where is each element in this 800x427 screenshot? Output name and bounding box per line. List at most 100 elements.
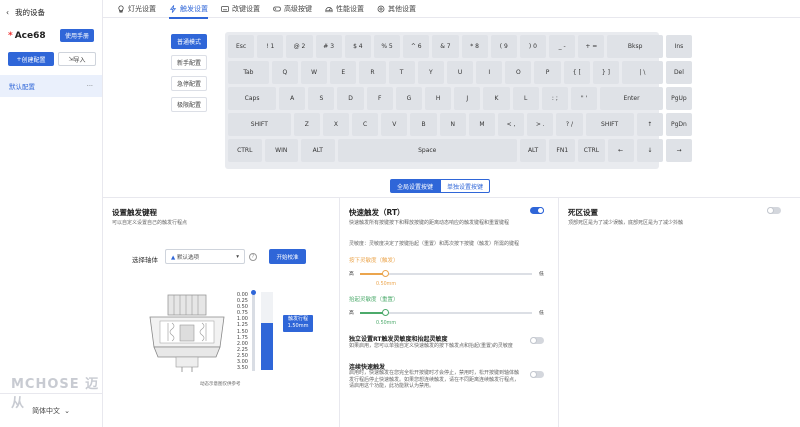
key[interactable]: PgUp xyxy=(665,87,693,110)
key[interactable]: @ 2 xyxy=(286,35,313,58)
key[interactable]: C xyxy=(352,113,379,136)
global-keys-button[interactable]: 全局设置按键 xyxy=(390,179,441,193)
key[interactable]: ! 1 xyxy=(257,35,284,58)
more-icon[interactable]: ··· xyxy=(87,82,93,90)
continuous-toggle[interactable] xyxy=(530,371,544,378)
key[interactable]: SHIFT xyxy=(585,113,634,136)
key[interactable]: W xyxy=(300,61,328,84)
key[interactable]: | \ xyxy=(622,61,663,84)
key[interactable]: WIN xyxy=(264,139,298,162)
device-name-wrap: * Ace68 xyxy=(8,31,46,41)
key[interactable]: U xyxy=(446,61,474,84)
key[interactable]: Q xyxy=(271,61,298,84)
key[interactable]: * 8 xyxy=(461,35,488,58)
manual-button[interactable]: 使用手册 xyxy=(59,29,94,42)
key[interactable]: FN1 xyxy=(549,139,576,162)
chevron-left-icon[interactable]: ‹ xyxy=(6,8,9,17)
press-slider-knob[interactable] xyxy=(382,270,390,277)
separate-toggle[interactable] xyxy=(530,337,544,344)
tab-1[interactable]: 灯光设置 xyxy=(117,0,156,18)
key[interactable]: { [ xyxy=(563,61,590,84)
key[interactable]: K xyxy=(483,87,510,110)
key[interactable]: Space xyxy=(337,139,517,162)
tab-3[interactable]: 改键设置 xyxy=(221,0,260,18)
key[interactable]: ^ 6 xyxy=(403,35,430,58)
key[interactable]: ) 0 xyxy=(519,35,547,58)
key[interactable]: ALT xyxy=(520,139,547,162)
key[interactable]: + = xyxy=(578,35,605,58)
key[interactable]: H xyxy=(425,87,452,110)
key[interactable]: Esc xyxy=(228,35,255,58)
key[interactable]: Z xyxy=(293,113,320,136)
key[interactable]: $ 4 xyxy=(344,35,371,58)
key[interactable]: ? / xyxy=(556,113,583,136)
key[interactable]: & 7 xyxy=(432,35,459,58)
key[interactable]: I xyxy=(476,61,503,84)
key[interactable]: ↓ xyxy=(636,139,663,162)
language-select[interactable]: 简体中文 ⌄ xyxy=(0,393,102,427)
key[interactable]: M xyxy=(468,113,495,136)
key[interactable]: : ; xyxy=(541,87,568,110)
key[interactable]: O xyxy=(505,61,532,84)
tab-6[interactable]: 其他设置 xyxy=(377,0,416,18)
key[interactable]: Tab xyxy=(228,61,269,84)
key[interactable]: E xyxy=(330,61,357,84)
key[interactable]: D xyxy=(337,87,364,110)
key[interactable]: J xyxy=(454,87,481,110)
key[interactable]: ↑ xyxy=(636,113,663,136)
deadzone-toggle[interactable] xyxy=(767,207,781,214)
key[interactable]: → xyxy=(665,139,693,162)
key[interactable]: X xyxy=(322,113,350,136)
key[interactable]: Del xyxy=(665,61,693,84)
tab-5[interactable]: 性能设置 xyxy=(325,0,364,18)
release-slider-knob[interactable] xyxy=(382,309,390,316)
release-low: 低 xyxy=(539,311,544,316)
key[interactable]: T xyxy=(388,61,415,84)
key[interactable]: ← xyxy=(607,139,634,162)
key[interactable]: _ - xyxy=(549,35,576,58)
key[interactable]: < , xyxy=(498,113,525,136)
key[interactable]: R xyxy=(359,61,386,84)
key[interactable]: Bksp xyxy=(607,35,663,58)
key[interactable]: V xyxy=(381,113,408,136)
tab-4[interactable]: 高级按键 xyxy=(273,0,312,18)
axis-select[interactable]: ▲ 默认选项 ▾ xyxy=(165,249,245,264)
key[interactable]: Y xyxy=(417,61,444,84)
help-icon[interactable]: ? xyxy=(249,253,257,261)
key[interactable]: A xyxy=(279,87,306,110)
mode-button-2[interactable]: 新手配置 xyxy=(171,55,207,70)
key[interactable]: ALT xyxy=(301,139,335,162)
key[interactable]: ( 9 xyxy=(490,35,517,58)
create-profile-button[interactable]: + 创建配置 xyxy=(8,52,54,66)
key[interactable]: F xyxy=(366,87,393,110)
tab-2[interactable]: 触发设置 xyxy=(169,0,208,19)
key[interactable]: L xyxy=(512,87,539,110)
key[interactable]: Ins xyxy=(665,35,693,58)
mode-button-1[interactable]: 普通模式 xyxy=(171,34,207,49)
key[interactable]: Enter xyxy=(600,87,663,110)
key[interactable]: Caps xyxy=(228,87,277,110)
mode-button-4[interactable]: 极限配置 xyxy=(171,97,207,112)
key[interactable]: # 3 xyxy=(315,35,342,58)
key[interactable]: PgDn xyxy=(665,113,693,136)
key[interactable]: B xyxy=(410,113,437,136)
back-nav[interactable]: ‹ 我的设备 xyxy=(6,7,45,18)
key[interactable]: % 5 xyxy=(373,35,401,58)
key[interactable]: CTRL xyxy=(228,139,262,162)
key[interactable]: > . xyxy=(527,113,554,136)
calibrate-button[interactable]: 开始校准 xyxy=(269,249,306,264)
key[interactable]: N xyxy=(439,113,466,136)
mode-button-3[interactable]: 急停配置 xyxy=(171,76,207,91)
key[interactable]: " ' xyxy=(570,87,598,110)
import-button[interactable]: ⇲ 导入 xyxy=(58,52,96,66)
profile-item-default[interactable]: 默认配置 ··· xyxy=(0,75,102,97)
rt-subtitle: 快速触发所有按键按下和释放按键的距离动态响应的触发键程和重置键程 xyxy=(349,220,510,226)
single-keys-button[interactable]: 单独设置按键 xyxy=(440,179,491,193)
key[interactable]: CTRL xyxy=(578,139,605,162)
key[interactable]: } ] xyxy=(592,61,620,84)
rt-toggle[interactable] xyxy=(530,207,544,214)
key[interactable]: S xyxy=(308,87,335,110)
key[interactable]: G xyxy=(395,87,423,110)
key[interactable]: SHIFT xyxy=(228,113,291,136)
key[interactable]: P xyxy=(534,61,561,84)
